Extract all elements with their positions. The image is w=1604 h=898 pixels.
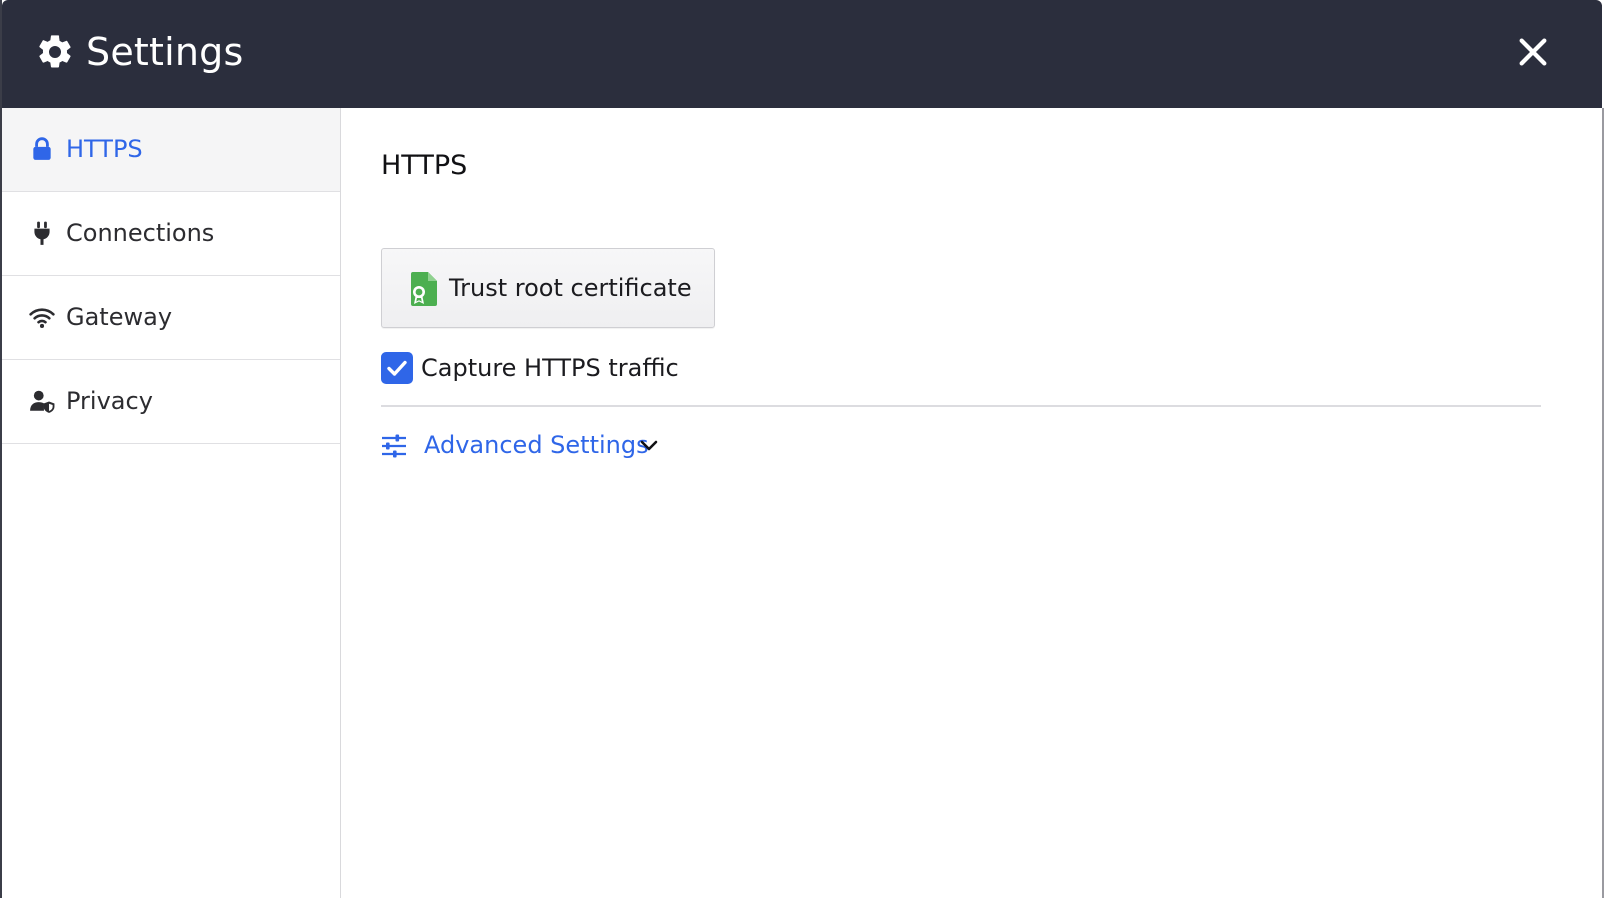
advanced-settings-label: Advanced Settings (424, 431, 649, 459)
lock-icon (33, 137, 51, 160)
trust-button-label: Trust root certificate (449, 274, 692, 302)
sidebar-item-privacy[interactable]: Privacy (2, 360, 340, 444)
checkmark-icon (387, 360, 407, 376)
settings-content: HTTPS Trust root certificate Capture HTT… (341, 108, 1602, 898)
sidebar-item-label: Connections (66, 219, 215, 247)
gear-icon (39, 35, 71, 68)
sidebar-item-https[interactable]: HTTPS (2, 108, 340, 192)
sidebar-item-connections[interactable]: Connections (2, 192, 340, 276)
wifi-icon (29, 308, 55, 329)
trust-root-certificate-button[interactable]: Trust root certificate (381, 248, 715, 328)
section-title: HTTPS (381, 150, 468, 181)
sliders-icon (382, 434, 406, 458)
window-title: Settings (86, 30, 244, 74)
section-divider (381, 405, 1541, 407)
close-icon[interactable] (1516, 35, 1550, 69)
capture-https-label[interactable]: Capture HTTPS traffic (421, 350, 679, 386)
sidebar-item-label: Gateway (66, 303, 173, 331)
chevron-down-icon (640, 440, 658, 451)
settings-sidebar: HTTPS Connections Gateway Privacy (2, 108, 341, 898)
user-shield-icon (30, 390, 55, 413)
settings-window: Settings HTTPS Connections Gateway Priva… (0, 0, 1604, 898)
sidebar-item-label: HTTPS (66, 135, 143, 163)
title-bar: Settings (2, 0, 1602, 108)
certificate-icon (411, 272, 437, 306)
plug-icon (34, 221, 50, 245)
sidebar-item-label: Privacy (66, 387, 153, 415)
capture-https-checkbox[interactable] (381, 352, 413, 384)
sidebar-item-gateway[interactable]: Gateway (2, 276, 340, 360)
